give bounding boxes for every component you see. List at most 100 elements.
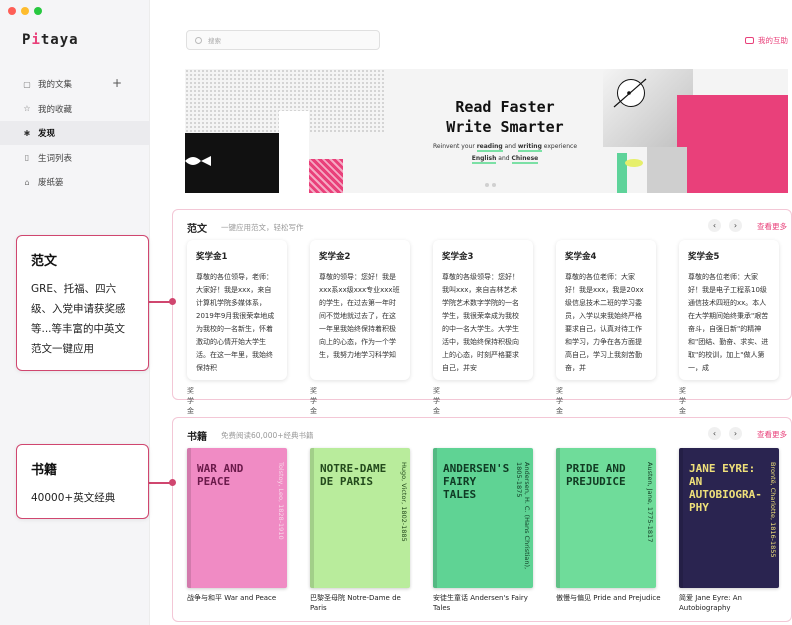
add-collection-button[interactable]: + <box>112 76 122 90</box>
maximize-window-button[interactable] <box>34 7 42 15</box>
book-cover-andersen[interactable]: ANDERSEN'S FAIRY TALES Andersen, H. C. (… <box>433 448 533 588</box>
minimize-window-button[interactable] <box>21 7 29 15</box>
book-section-title: 书籍 <box>187 432 207 443</box>
callout-essay-title: 范文 <box>31 254 58 269</box>
banner-white-block <box>279 111 309 193</box>
banner-fish-shape <box>185 156 211 166</box>
chat-bubble-icon <box>745 37 754 44</box>
essay-card[interactable]: 奖学金4 尊敬的各位老师：大家好！我是xxx，我是20xx级信息技术二班的学习委… <box>556 240 656 380</box>
callout-essay: 范文 GRE、托福、四六级、入党申请获奖感等...等丰富的中英文范文一键应用 <box>16 235 149 371</box>
sidebar-item-vocab-list[interactable]: ▯ 生词列表 <box>0 146 150 170</box>
essay-card-tag: 奖学金 <box>310 387 317 415</box>
sidebar-item-favorites[interactable]: ☆ 我的收藏 <box>0 97 150 121</box>
book-cover-author: Hugo, Victor, 1802-1885 <box>400 462 408 542</box>
my-interact-link[interactable]: 我的互助 <box>745 35 788 46</box>
essay-card-body: 尊敬的各级领导：您好！我叫xxx，来自吉林艺术学院艺术数字学院的一名学生，我很荣… <box>442 273 519 372</box>
discover-icon: ✱ <box>23 128 31 138</box>
book-cover-title: NOTRE-DAME DE PARIS <box>320 462 387 488</box>
callout-connector-dot <box>169 298 176 305</box>
trash-icon: ⌂ <box>24 177 30 187</box>
book-cover-jane-eyre[interactable]: JANE EYRE: AN AUTOBIOGRA-PHY Brontë, Cha… <box>679 448 779 588</box>
essay-card-body: 尊敬的各位领导，老师：大家好！我是xxx，来自计算机学院多媒体系，2019年9月… <box>196 273 275 372</box>
book-cover-title: ANDERSEN'S FAIRY TALES <box>443 462 510 501</box>
essay-card-title: 奖学金3 <box>442 252 474 262</box>
essay-card-title: 奖学金2 <box>319 252 351 262</box>
essay-next-button[interactable]: › <box>729 219 742 232</box>
essay-card[interactable]: 奖学金1 尊敬的各位领导，老师：大家好！我是xxx，来自计算机学院多媒体系，20… <box>187 240 287 380</box>
essay-see-more-link[interactable]: 查看更多 <box>757 221 787 232</box>
sidebar-item-my-collections[interactable]: ▢ 我的文集 + <box>0 72 150 96</box>
essay-card[interactable]: 奖学金5 尊敬的各位老师：大家好！我是电子工程系10级通信技术四班的xx。本人在… <box>679 240 779 380</box>
search-icon <box>195 36 202 44</box>
callout-connector-dot <box>169 479 176 486</box>
essay-card-tag: 奖学金 <box>433 387 440 415</box>
notebook-icon: ▯ <box>24 153 30 162</box>
document-icon: ▢ <box>23 79 31 89</box>
search-placeholder: 搜索 <box>208 37 221 45</box>
book-caption[interactable]: 傲慢与偏见 Pride and Prejudice <box>556 593 662 603</box>
banner-title: Read Faster Write Smarter <box>446 98 564 136</box>
banner-pager-dot[interactable] <box>485 183 489 187</box>
essay-card-tag: 奖学金 <box>679 387 686 415</box>
banner-subtitle: Reinvent your reading and writing experi… <box>432 143 578 152</box>
essay-prev-button[interactable]: ‹ <box>708 219 721 232</box>
banner-pager-dot[interactable] <box>492 183 496 187</box>
callout-book-title: 书籍 <box>31 463 58 478</box>
banner-grey-block <box>647 147 687 193</box>
essay-card-title: 奖学金1 <box>196 252 228 262</box>
book-cover-war-and-peace[interactable]: WAR AND PEACE Tolstoy, Leo, 1828-1910 <box>187 448 287 588</box>
book-caption[interactable]: 战争与和平 War and Peace <box>187 593 293 603</box>
banner-pink-block-right <box>677 95 788 193</box>
book-cover-author: Austen, Jane, 1775-1817 <box>646 462 654 543</box>
sidebar-item-label: 我的文集 <box>38 80 73 90</box>
essay-card-title: 奖学金4 <box>565 252 597 262</box>
sidebar-item-label: 生词列表 <box>38 153 73 164</box>
sidebar-item-discover[interactable]: ✱ 发现 <box>0 121 150 145</box>
book-section-subtitle: 免费阅读60,000+经典书籍 <box>221 431 314 440</box>
hero-banner[interactable]: Read Faster Write Smarter Reinvent your … <box>185 69 788 193</box>
essay-card-title: 奖学金5 <box>688 252 720 262</box>
sidebar-item-label: 发现 <box>38 129 56 139</box>
sidebar-item-trash[interactable]: ⌂ 废纸篓 <box>0 170 150 194</box>
book-caption[interactable]: 简爱 Jane Eyre: An Autobiography <box>679 593 785 613</box>
book-see-more-link[interactable]: 查看更多 <box>757 429 787 440</box>
app-logo: Pitaya <box>22 32 79 48</box>
book-cover-notre-dame[interactable]: NOTRE-DAME DE PARIS Hugo, Victor, 1802-1… <box>310 448 410 588</box>
sidebar-nav: ▢ 我的文集 + ☆ 我的收藏 ✱ 发现 ▯ 生词列表 ⌂ 废纸篓 <box>0 72 150 195</box>
essay-card-body: 尊敬的领导：您好！我是xxx系xx级xxx专业xxx班的学生，在过去第一年时间不… <box>319 273 400 359</box>
sidebar-item-label: 我的收藏 <box>38 104 73 115</box>
window-controls <box>8 7 42 15</box>
book-cover-title: JANE EYRE: AN AUTOBIOGRA-PHY <box>689 462 762 514</box>
essay-card-body: 尊敬的各位老师：大家好！我是xxx，我是20xx级信息技术二班的学习委员，入学以… <box>565 273 644 372</box>
star-icon: ☆ <box>23 104 31 113</box>
book-cover-author: Tolstoy, Leo, 1828-1910 <box>277 462 285 540</box>
callout-essay-text: GRE、托福、四六级、入党申请获奖感等...等丰富的中英文范文一键应用 <box>31 283 126 355</box>
close-window-button[interactable] <box>8 7 16 15</box>
banner-green-strip <box>617 153 627 193</box>
book-caption[interactable]: 巴黎圣母院 Notre-Dame de Paris <box>310 593 416 613</box>
book-next-button[interactable]: › <box>729 427 742 440</box>
essay-section: 范文 一键应用范文，轻松写作 ‹ › 查看更多 奖学金1 尊敬的各位领导，老师：… <box>172 209 792 415</box>
essay-card-body: 尊敬的各位老师：大家好！我是电子工程系10级通信技术四班的xx。本人在大学期间始… <box>688 273 769 372</box>
my-interact-label: 我的互助 <box>758 36 788 45</box>
essay-card-tag: 奖学金 <box>556 387 563 415</box>
book-cover-title: WAR AND PEACE <box>197 462 244 488</box>
book-cover-author: Brontë, Charlotte, 1816-1855 <box>769 462 777 558</box>
essay-section-title: 范文 <box>187 224 207 235</box>
sidebar-item-label: 废纸篓 <box>38 178 64 188</box>
book-cover-title: PRIDE AND PREJUDICE <box>566 462 626 488</box>
banner-languages: English and Chinese <box>471 155 539 164</box>
banner-pager[interactable] <box>485 183 496 187</box>
book-cover-pride-and-prejudice[interactable]: PRIDE AND PREJUDICE Austen, Jane, 1775-1… <box>556 448 656 588</box>
essay-card[interactable]: 奖学金3 尊敬的各级领导：您好！我叫xxx，来自吉林艺术学院艺术数字学院的一名学… <box>433 240 533 380</box>
book-section: 书籍 免费阅读60,000+经典书籍 ‹ › 查看更多 WAR AND PEAC… <box>172 417 792 622</box>
search-input[interactable]: 搜索 <box>186 30 380 50</box>
book-caption[interactable]: 安徒生童话 Andersen's Fairy Tales <box>433 593 539 613</box>
banner-yellow-shape <box>625 159 643 167</box>
essay-section-subtitle: 一键应用范文，轻松写作 <box>221 223 304 232</box>
essay-card[interactable]: 奖学金2 尊敬的领导：您好！我是xxx系xx级xxx专业xxx班的学生，在过去第… <box>310 240 410 380</box>
banner-stripes <box>309 159 343 193</box>
essay-card-tag: 奖学金 <box>187 387 194 415</box>
book-prev-button[interactable]: ‹ <box>708 427 721 440</box>
banner-line-shape <box>613 78 647 108</box>
